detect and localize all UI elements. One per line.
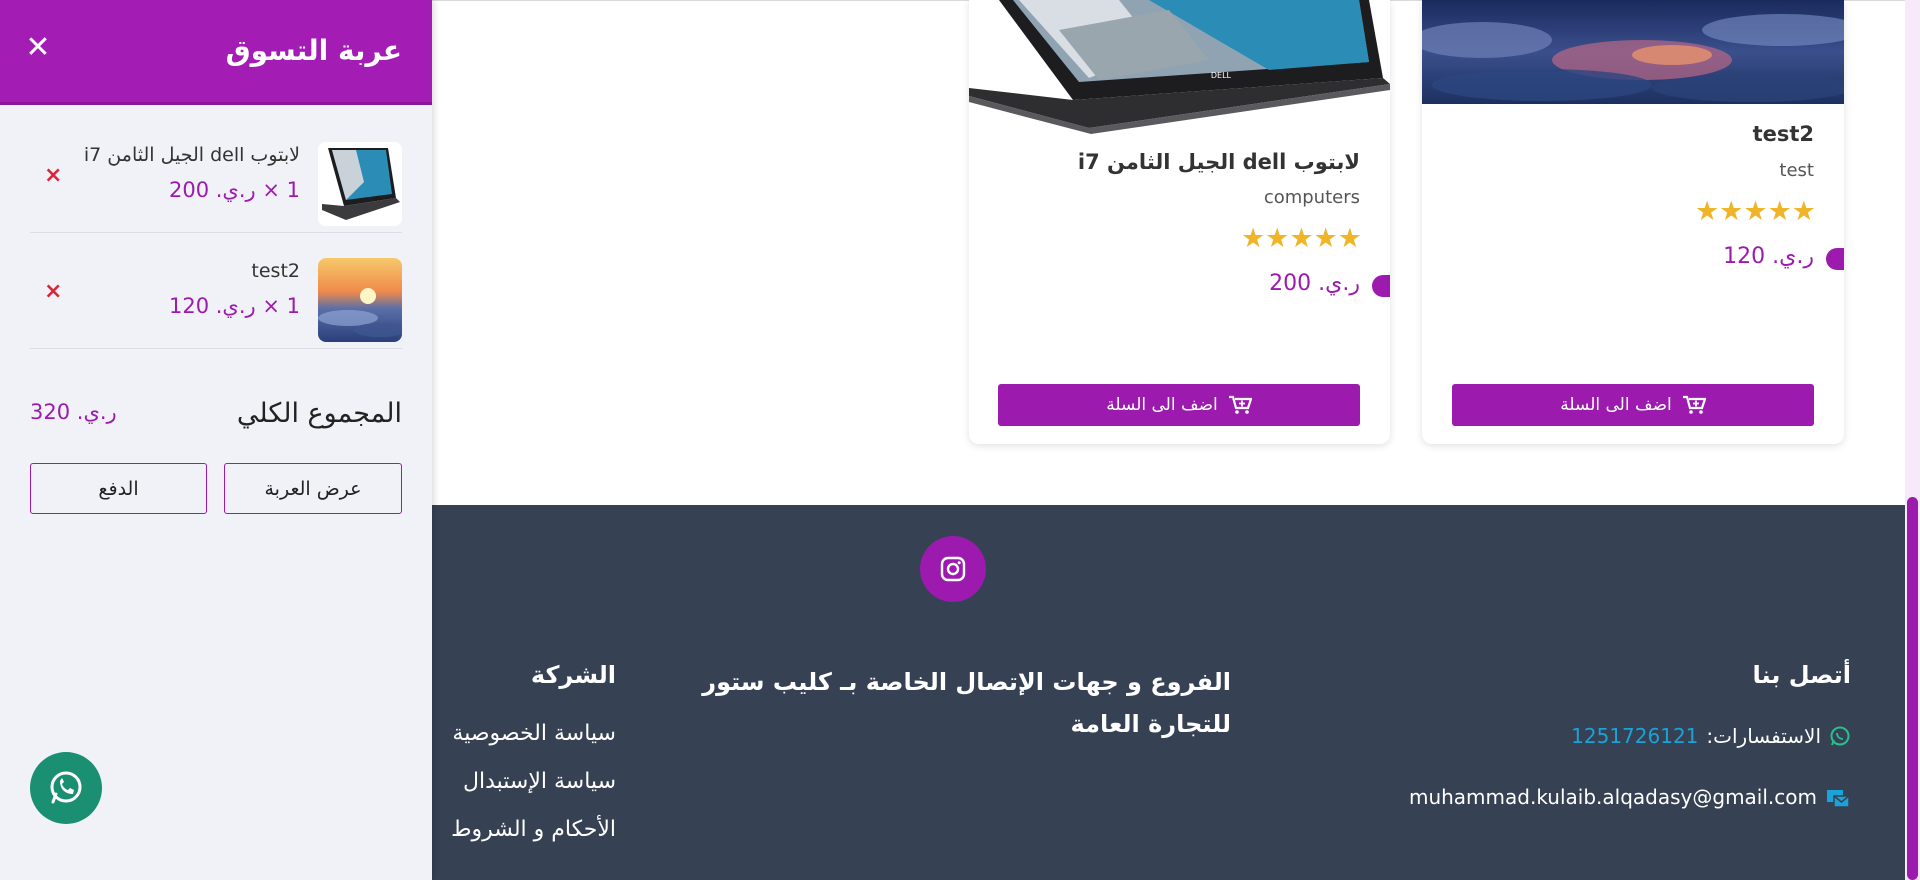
cart-item-name[interactable]: test2 (251, 260, 300, 282)
product-category[interactable]: computers (1264, 187, 1360, 208)
cart-plus-icon (1682, 395, 1706, 414)
page-scrollbar-thumb[interactable] (1907, 497, 1918, 880)
cart-item: test2 1 × ر.ي. 120 × (30, 234, 402, 349)
add-to-cart-button[interactable]: اضف الى السلة (998, 384, 1360, 426)
cart-item-name[interactable]: لابتوب dell الجيل الثامن i7 (84, 144, 300, 166)
contact-email-row: muhammad.kulaib.alqadasy@gmail.com (1409, 784, 1851, 810)
product-category[interactable]: test (1779, 160, 1814, 181)
svg-text:DELL: DELL (1211, 71, 1232, 80)
price-marker (1372, 275, 1390, 297)
sunset-thumbnail-image (318, 258, 402, 342)
whatsapp-chat-button[interactable] (30, 752, 102, 824)
add-to-cart-button[interactable]: اضف الى السلة (1452, 384, 1814, 426)
checkout-button[interactable]: الدفع (30, 463, 207, 514)
cart-plus-icon (1228, 395, 1252, 414)
laptop-thumbnail-image (318, 142, 402, 226)
phone-label: الاستفسارات: (1706, 724, 1821, 748)
cart-item-qty-price: 1 × ر.ي. 120 (168, 294, 300, 318)
product-title[interactable]: لابتوب dell الجيل الثامن i7 (1078, 150, 1360, 174)
footer-link-terms[interactable]: الأحكام و الشروط (451, 817, 616, 842)
email-link[interactable]: muhammad.kulaib.alqadasy@gmail.com (1409, 785, 1817, 809)
contact-heading: أتصل بنا (1752, 661, 1851, 689)
cart-drawer: عربة التسوق ✕ لابتوب dell الجيل الثامن i… (0, 0, 432, 880)
view-cart-button[interactable]: عرض العربة (224, 463, 402, 514)
footer-link-privacy[interactable]: سياسة الخصوصية (452, 721, 616, 746)
rating-stars: ★★★★★ (1240, 223, 1362, 254)
product-image-laptop[interactable]: DELL (969, 0, 1390, 135)
cart-total-label: المجموع الكلي (236, 398, 402, 429)
product-image-clouds[interactable] (1422, 0, 1844, 104)
whatsapp-icon (50, 771, 82, 804)
instagram-button[interactable] (920, 536, 986, 602)
rating-stars: ★★★★★ (1694, 196, 1816, 227)
cart-item-thumbnail[interactable] (318, 142, 402, 226)
cart-total-value: ر.ي. 320 (30, 400, 117, 424)
contact-phone-row: الاستفسارات: 1251726121 (1571, 724, 1851, 748)
product-title[interactable]: test2 (1753, 122, 1814, 146)
product-price: ر.ي. 200 (1269, 271, 1360, 296)
price-marker (1826, 248, 1844, 270)
cart-drawer-title: عربة التسوق (225, 34, 402, 67)
cart-item-qty-price: 1 × ر.ي. 200 (168, 178, 300, 202)
remove-item-icon[interactable]: × (44, 165, 62, 187)
footer-link-returns[interactable]: سياسة الإستبدال (463, 769, 616, 794)
product-card-test2[interactable]: test2 test ★★★★★ ر.ي. 120 اضف الى السلة (1422, 0, 1844, 444)
company-heading: الشركة (530, 661, 616, 689)
phone-link[interactable]: 1251726121 (1571, 724, 1698, 748)
cart-item-thumbnail[interactable] (318, 258, 402, 342)
cart-item: لابتوب dell الجيل الثامن i7 1 × ر.ي. 200… (30, 118, 402, 233)
branches-heading: الفروع و جهات الإتصال الخاصة بـ كليب ستو… (702, 668, 1231, 738)
remove-item-icon[interactable]: × (44, 281, 62, 303)
add-to-cart-label: اضف الى السلة (1106, 395, 1218, 415)
add-to-cart-label: اضف الى السلة (1560, 395, 1672, 415)
instagram-icon (940, 556, 966, 582)
cart-drawer-header: عربة التسوق ✕ (0, 0, 432, 105)
whatsapp-small-icon (1830, 726, 1850, 746)
product-card-laptop[interactable]: DELL لابتوب dell الجيل الثامن i7 compute… (969, 0, 1390, 444)
email-icon (1827, 790, 1850, 808)
close-icon[interactable]: ✕ (24, 33, 52, 63)
product-price: ر.ي. 120 (1723, 244, 1814, 269)
